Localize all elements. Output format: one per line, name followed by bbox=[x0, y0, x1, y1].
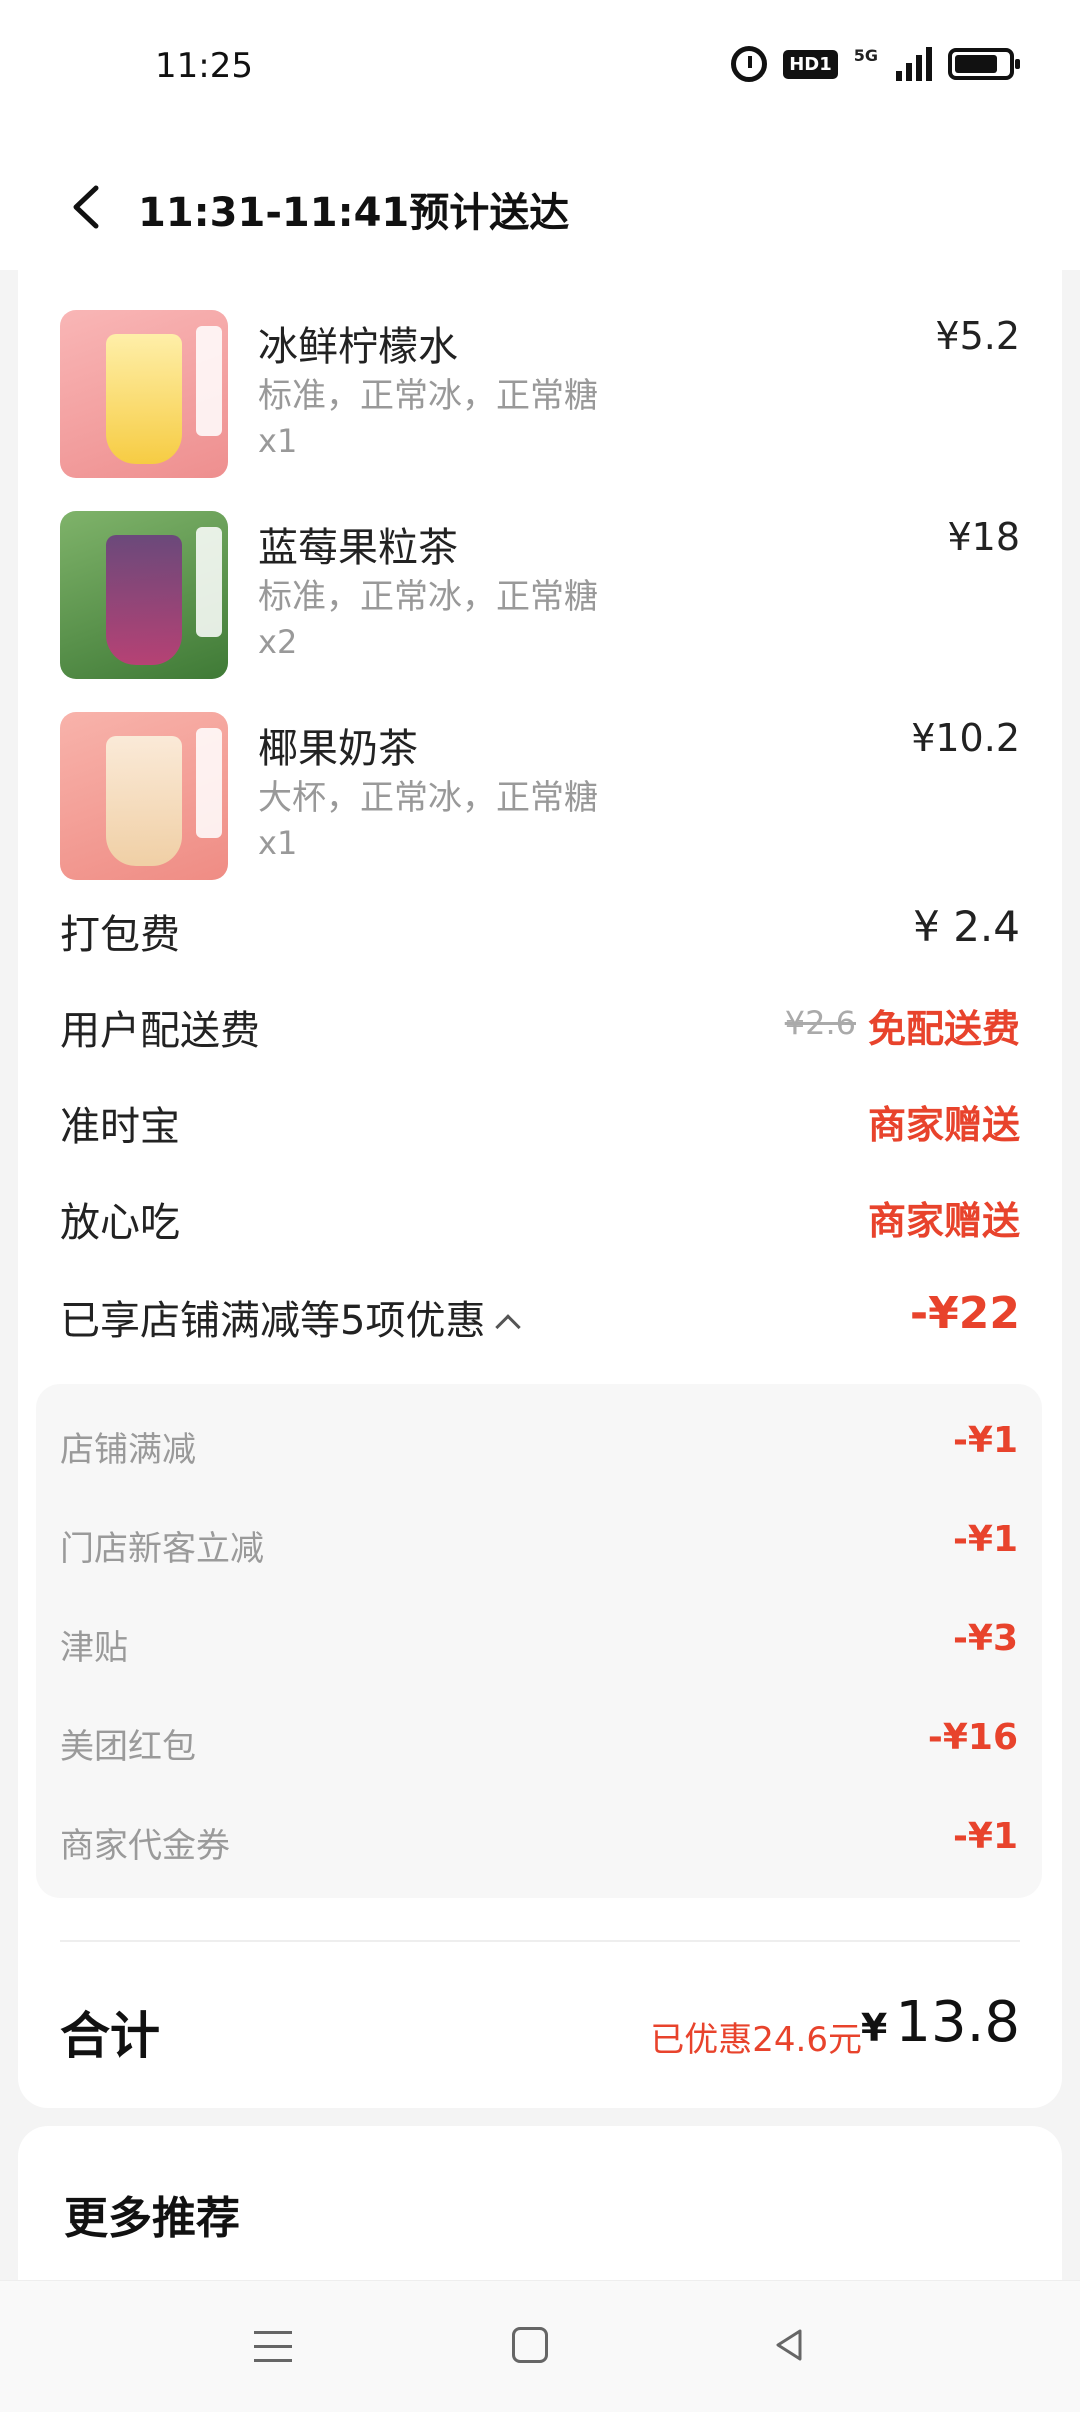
fee-label: 打包费 bbox=[60, 912, 180, 958]
discount-detail-panel: 店铺满减 -¥1 门店新客立减 -¥1 津贴 -¥3 美团红包 -¥16 商家代… bbox=[36, 1384, 1042, 1898]
discount-value: -¥1 bbox=[952, 1816, 1018, 1857]
discount-value: -¥3 bbox=[952, 1618, 1018, 1659]
menu-icon[interactable] bbox=[254, 2331, 292, 2363]
fee-value: 商家赠送 bbox=[867, 1199, 1020, 1243]
discount-label: 门店新客立减 bbox=[60, 1529, 264, 1569]
chevron-up-icon bbox=[495, 1314, 522, 1340]
order-card: 冰鲜柠檬水 标准，正常冰，正常糖 x1 ¥5.2 蓝莓果粒茶 标准，正常冰，正常… bbox=[18, 240, 1062, 2108]
fee-value: 免配送费 bbox=[867, 1007, 1020, 1051]
product-image bbox=[60, 712, 228, 880]
fee-value: -¥22 bbox=[909, 1288, 1020, 1339]
food-safety-row[interactable]: 放心吃 商家赠送 bbox=[60, 1180, 1020, 1250]
ontime-guarantee-row[interactable]: 准时宝 商家赠送 bbox=[60, 1084, 1020, 1154]
hd-badge: HD1 bbox=[783, 49, 838, 79]
fee-value: 商家赠送 bbox=[867, 1103, 1020, 1147]
more-recommendations-card: 更多推荐 bbox=[18, 2126, 1062, 2306]
network-label: 5G bbox=[853, 46, 878, 65]
item-name: 椰果奶茶 bbox=[258, 726, 418, 772]
system-nav-bar bbox=[0, 2280, 1080, 2412]
discount-row: 店铺满减 -¥1 bbox=[60, 1412, 1018, 1472]
item-price: ¥5.2 bbox=[935, 314, 1020, 358]
discount-summary-label: 已享店铺满减等5项优惠 bbox=[60, 1298, 486, 1344]
item-quantity: x2 bbox=[258, 623, 298, 661]
total-saved: 已优惠24.6元 bbox=[650, 2020, 862, 2060]
item-name: 冰鲜柠檬水 bbox=[258, 324, 458, 370]
discount-label: 津贴 bbox=[60, 1628, 128, 1668]
discount-row: 商家代金券 -¥1 bbox=[60, 1808, 1018, 1868]
fee-value: ¥ 2.4 bbox=[913, 902, 1020, 951]
battery-icon bbox=[948, 48, 1020, 80]
currency-symbol: ¥ bbox=[860, 2006, 888, 2050]
item-price: ¥18 bbox=[947, 515, 1020, 559]
discount-label: 商家代金券 bbox=[60, 1826, 230, 1866]
section-title: 更多推荐 bbox=[64, 2193, 240, 2244]
page-title: 11:31-11:41预计送达 bbox=[138, 190, 570, 236]
discount-value: -¥1 bbox=[952, 1519, 1018, 1560]
item-spec: 标准，正常冰，正常糖 bbox=[258, 577, 598, 617]
discount-label: 店铺满减 bbox=[60, 1430, 196, 1470]
product-image bbox=[60, 511, 228, 679]
status-icons: HD1 5G bbox=[731, 46, 1020, 82]
item-spec: 大杯，正常冰，正常糖 bbox=[258, 778, 598, 818]
packing-fee-row: 打包费 ¥ 2.4 bbox=[60, 892, 1020, 962]
product-image bbox=[60, 310, 228, 478]
item-name: 蓝莓果粒茶 bbox=[258, 525, 458, 571]
delivery-fee-row: 用户配送费 ¥2.6 免配送费 bbox=[60, 988, 1020, 1058]
discount-row: 美团红包 -¥16 bbox=[60, 1709, 1018, 1769]
discount-value: -¥16 bbox=[927, 1717, 1018, 1758]
home-icon[interactable] bbox=[512, 2327, 548, 2363]
total-label: 合计 bbox=[60, 2007, 160, 2065]
discount-label: 美团红包 bbox=[60, 1727, 196, 1767]
discount-row: 津贴 -¥3 bbox=[60, 1610, 1018, 1670]
item-quantity: x1 bbox=[258, 824, 298, 862]
total-amount: ¥13.8 bbox=[861, 1990, 1020, 2055]
total-value: 13.8 bbox=[895, 1990, 1020, 2055]
divider bbox=[60, 1940, 1020, 1942]
discount-row: 门店新客立减 -¥1 bbox=[60, 1511, 1018, 1571]
list-item[interactable]: 椰果奶茶 大杯，正常冰，正常糖 x1 ¥10.2 bbox=[60, 712, 1020, 913]
fee-label: 已享店铺满减等5项优惠 bbox=[60, 1288, 522, 1346]
signal-icon bbox=[896, 47, 932, 81]
status-bar: 11:25 HD1 5G bbox=[0, 0, 1080, 140]
status-time: 11:25 bbox=[155, 46, 253, 86]
item-spec: 标准，正常冰，正常糖 bbox=[258, 376, 598, 416]
order-items-list: 冰鲜柠檬水 标准，正常冰，正常糖 x1 ¥5.2 蓝莓果粒茶 标准，正常冰，正常… bbox=[60, 310, 1020, 913]
item-quantity: x1 bbox=[258, 422, 298, 460]
discount-value: -¥1 bbox=[952, 1420, 1018, 1461]
fee-label: 放心吃 bbox=[60, 1200, 180, 1246]
back-icon[interactable] bbox=[64, 182, 114, 232]
original-delivery-fee: ¥2.6 bbox=[784, 1004, 856, 1042]
fee-label: 用户配送费 bbox=[60, 1008, 260, 1054]
alarm-icon bbox=[731, 46, 768, 82]
item-price: ¥10.2 bbox=[911, 716, 1020, 760]
list-item[interactable]: 冰鲜柠檬水 标准，正常冰，正常糖 x1 ¥5.2 bbox=[60, 310, 1020, 511]
fee-label: 准时宝 bbox=[60, 1104, 180, 1150]
list-item[interactable]: 蓝莓果粒茶 标准，正常冰，正常糖 x2 ¥18 bbox=[60, 511, 1020, 712]
back-nav-icon[interactable] bbox=[770, 2325, 810, 2365]
discount-summary-toggle[interactable]: 已享店铺满减等5项优惠 -¥22 bbox=[60, 1278, 1020, 1348]
